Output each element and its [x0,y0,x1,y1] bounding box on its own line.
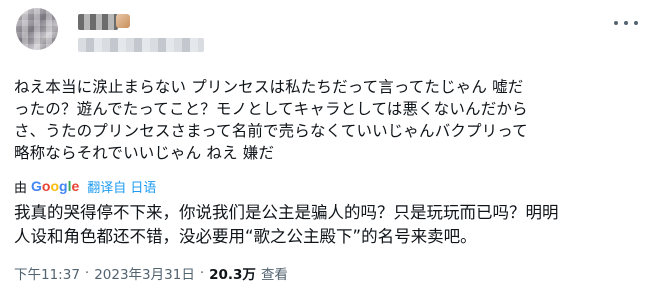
views-label: 查看 [260,267,288,283]
tweet-date[interactable]: 2023年3月31日 [94,263,195,283]
author-name-blurred[interactable] [78,14,118,30]
more-horizontal-icon [614,21,618,25]
meta-separator: · [199,265,205,281]
author-badge-blurred [116,14,130,28]
meta-separator: · [84,265,90,281]
translated-text: 我真的哭得停不下来，你说我们是公主是骗人的吗？只是玩玩而已吗？明明 人设和角色都… [14,203,559,246]
more-options-button[interactable] [614,14,638,32]
tweet-text: ねえ本当に涙止まらない プリンセスは私たちだって言ってたじゃん 嘘だ ったの？遊… [14,78,528,162]
author-handle-blurred[interactable] [78,38,204,52]
more-horizontal-icon [634,21,638,25]
tweet-time[interactable]: 下午11:37 [14,263,80,283]
translation-attribution: 由 Google 翻译自 日语 [14,176,156,196]
more-horizontal-icon [624,21,628,25]
tweet-meta: 下午11:37 · 2023年3月31日 · 20.3万 查看 [14,263,288,283]
views-count: 20.3万 [209,267,256,283]
translated-from-link[interactable]: 翻译自 日语 [87,177,156,196]
author-avatar[interactable] [16,8,58,50]
google-logo: Google [31,178,80,194]
translated-by-label: 由 [14,180,28,196]
